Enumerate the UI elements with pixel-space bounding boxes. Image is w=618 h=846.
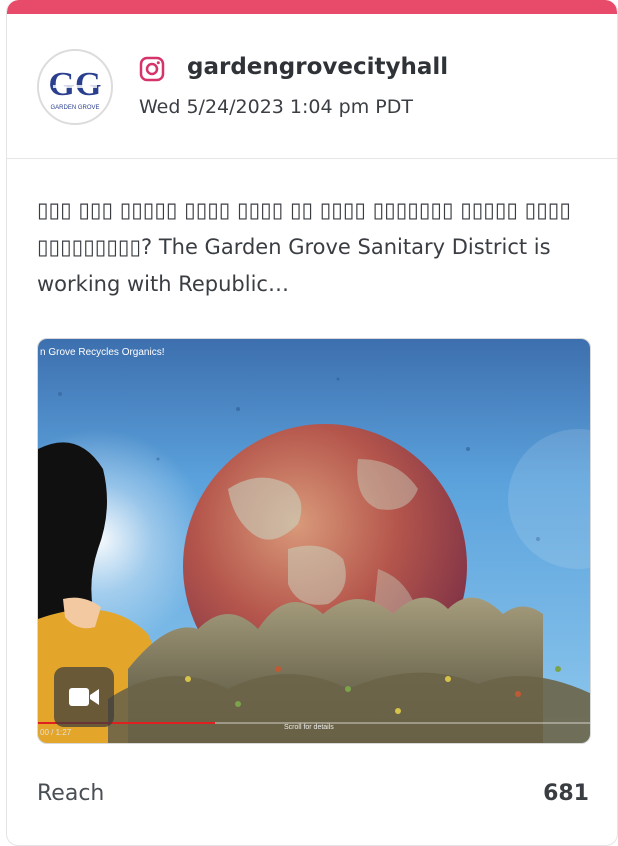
accent-bar — [7, 0, 617, 14]
video-time: 00 / 1:27 — [40, 728, 72, 737]
post-caption: ▯▯▯ ▯▯▯ ▯▯▯▯▯ ▯▯▯▯ ▯▯▯▯ ▯▯ ▯▯▯▯ ▯▯▯▯▯▯▯ … — [37, 198, 571, 296]
video-media[interactable]: n Grove Recycles Organics! 00 / 1:27 Scr… — [37, 338, 591, 744]
post-card: GG GARDEN GROVE gardengrovecityhall Wed … — [6, 0, 618, 846]
video-badge — [54, 667, 114, 727]
logo-text: GARDEN GROVE — [50, 105, 99, 111]
avatar[interactable]: GG GARDEN GROVE — [37, 49, 113, 125]
logo-letters: GG — [49, 66, 102, 103]
garden-grove-logo: GG GARDEN GROVE — [39, 51, 111, 123]
video-title: n Grove Recycles Organics! — [40, 347, 165, 358]
video-frame — [38, 339, 590, 743]
post-date: Wed 5/24/2023 1:04 pm PDT — [139, 96, 413, 118]
video-camera-icon — [69, 688, 99, 706]
instagram-icon — [139, 56, 165, 82]
account-name[interactable]: gardengrovecityhall — [187, 54, 448, 80]
reach-label: Reach — [37, 781, 105, 806]
post-header: GG GARDEN GROVE gardengrovecityhall Wed … — [7, 14, 617, 159]
reach-value: 681 — [543, 781, 589, 806]
scroll-hint[interactable]: Scroll for details — [284, 724, 334, 731]
